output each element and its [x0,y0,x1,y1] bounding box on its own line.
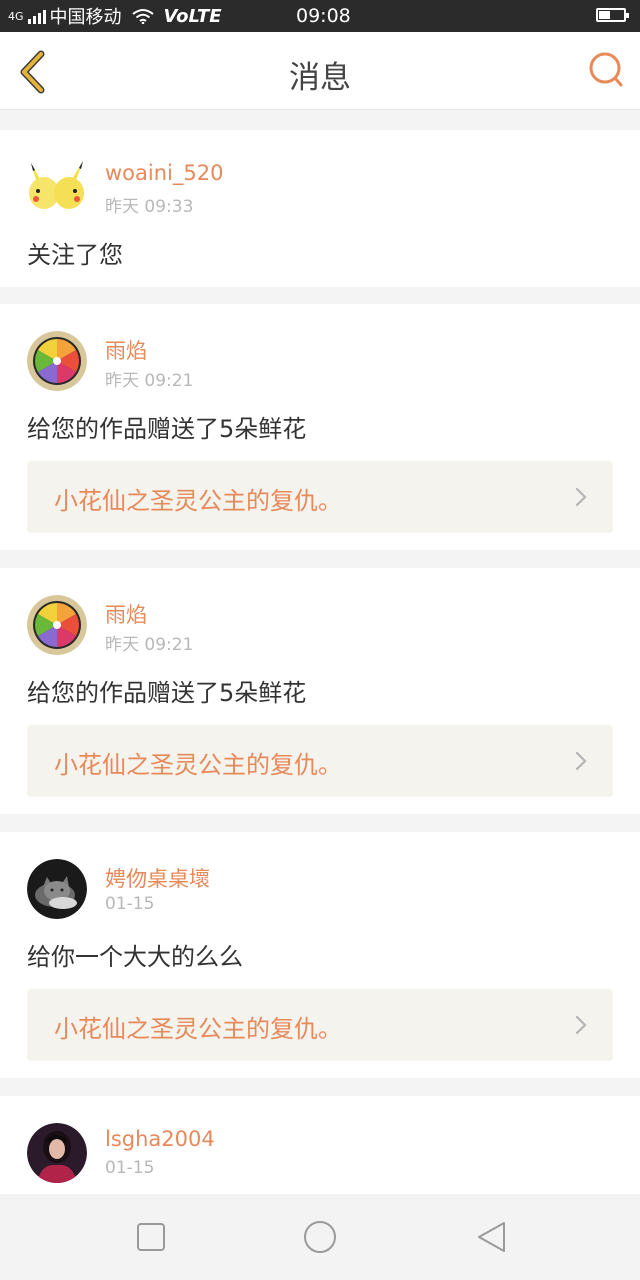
avatar[interactable] [27,331,87,391]
work-title: 小花仙之圣灵公主的复仇。 [54,1015,342,1043]
volte-label: VoLTE [163,5,222,27]
timestamp: 01-15 [105,894,155,914]
notification-item[interactable]: lsgha2004 01-15 [0,1096,640,1194]
work-link[interactable]: 小花仙之圣灵公主的复仇。 [27,461,613,533]
chevron-right-icon [575,1015,587,1035]
timestamp: 昨天 09:21 [105,635,194,655]
back-nav-button[interactable] [474,1220,508,1254]
notification-item[interactable]: 娉伆桌桌壞 01-15 给你一个大大的么么 小花仙之圣灵公主的复仇。 [0,832,640,1078]
avatar[interactable] [27,859,87,919]
chevron-right-icon [575,751,587,771]
wifi-icon [131,9,154,24]
network-type-label: 4G [8,9,24,23]
system-nav-bar [0,1194,640,1280]
username[interactable]: 雨焰 [105,335,147,365]
carrier-label: 中国移动 [49,7,122,28]
notification-item[interactable]: woaini_520 昨天 09:33 关注了您 [0,130,640,287]
notification-item[interactable]: 雨焰 昨天 09:21 给您的作品赠送了5朵鲜花 小花仙之圣灵公主的复仇。 [0,304,640,550]
timestamp: 昨天 09:33 [105,197,194,217]
notification-list: woaini_520 昨天 09:33 关注了您 雨焰 昨天 09:21 给您的… [0,110,640,1194]
username[interactable]: 雨焰 [105,599,147,629]
work-title: 小花仙之圣灵公主的复仇。 [54,751,342,779]
page-title: 消息 [289,60,351,96]
username[interactable]: 娉伆桌桌壞 [105,863,210,893]
timestamp: 昨天 09:21 [105,371,194,391]
message-text: 给你一个大大的么么 [27,943,243,971]
battery-icon [596,8,629,22]
signal-icon [27,8,46,24]
avatar[interactable] [27,1123,87,1183]
recent-apps-icon [137,1223,165,1251]
status-bar: 4G 中国移动 VoLTE 09:08 [0,0,640,32]
message-text: 给您的作品赠送了5朵鲜花 [27,679,307,707]
home-icon [304,1221,336,1253]
username[interactable]: lsgha2004 [105,1127,215,1151]
message-text: 给您的作品赠送了5朵鲜花 [27,415,307,443]
timestamp: 01-15 [105,1158,155,1178]
color-wheel-avatar-icon [27,331,87,391]
cat-avatar-icon [27,859,87,919]
message-text: 关注了您 [27,241,123,269]
pikachu-avatar-icon [27,155,87,215]
avatar[interactable] [27,595,87,655]
search-icon [589,52,623,87]
notification-item[interactable]: 雨焰 昨天 09:21 给您的作品赠送了5朵鲜花 小花仙之圣灵公主的复仇。 [0,568,640,814]
color-wheel-avatar-icon [27,595,87,655]
avatar[interactable] [27,155,87,215]
status-time: 09:08 [296,5,351,27]
header: 消息 [0,32,640,110]
recent-apps-button[interactable] [134,1220,168,1254]
home-button[interactable] [303,1220,337,1254]
search-button[interactable] [586,50,626,90]
username[interactable]: woaini_520 [105,161,223,185]
chevron-right-icon [575,487,587,507]
back-triangle-icon [478,1222,505,1252]
work-link[interactable]: 小花仙之圣灵公主的复仇。 [27,725,613,797]
work-link[interactable]: 小花仙之圣灵公主的复仇。 [27,989,613,1061]
girl-avatar-icon [27,1123,87,1183]
work-title: 小花仙之圣灵公主的复仇。 [54,487,342,515]
